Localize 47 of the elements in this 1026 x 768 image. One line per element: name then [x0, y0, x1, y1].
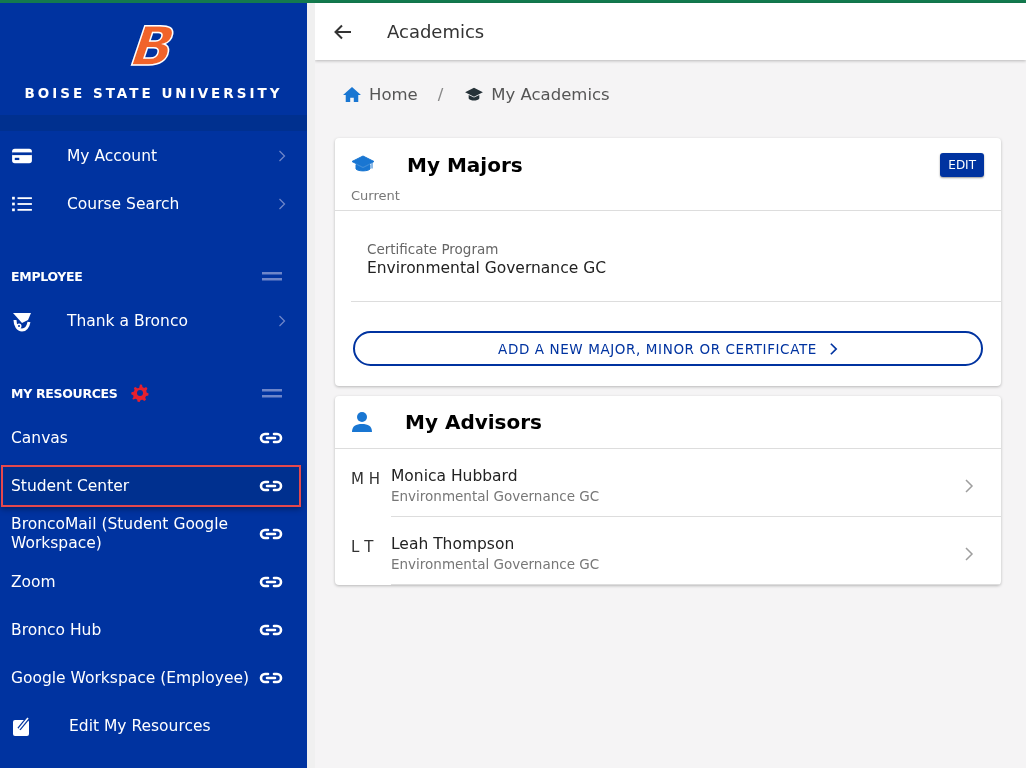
advisor-row[interactable]: M H Monica Hubbard Environmental Governance GC [335, 449, 1001, 517]
resource-link[interactable]: Google Workspace (Employee) [0, 654, 301, 702]
resource-link[interactable]: Canvas [0, 414, 301, 462]
drag-handle-icon[interactable] [262, 388, 282, 398]
resource-link[interactable]: Student Center [1, 465, 301, 507]
resource-link[interactable]: Zoom [0, 558, 301, 606]
page-title: Academics [387, 21, 485, 42]
link-icon [259, 430, 283, 446]
chevron-right-icon [964, 545, 974, 562]
link-icon [259, 622, 283, 638]
graduation-cap-icon [465, 86, 484, 102]
breadcrumb-separator: / [437, 84, 444, 104]
whistle-icon [11, 310, 33, 332]
person-icon [351, 411, 373, 433]
card-title: My Advisors [405, 410, 542, 434]
link-icon [259, 526, 283, 542]
link-icon [259, 670, 283, 686]
advisor-row[interactable]: L T Leah Thompson Environmental Governance GC [335, 517, 1001, 585]
sidebar-nav-item[interactable]: Course Search [0, 180, 307, 228]
drag-handle-icon[interactable] [262, 271, 282, 281]
breadcrumb-link[interactable]: My Academics [465, 84, 610, 104]
section-subtitle: Current [335, 180, 1001, 211]
university-name: BOISE STATE UNIVERSITY [24, 85, 283, 101]
link-icon [259, 574, 283, 590]
resource-link[interactable]: BroncoMail (Student Google Workspace) [0, 510, 301, 558]
list-icon [11, 195, 33, 213]
credit-card-icon [11, 147, 33, 165]
breadcrumb-link[interactable]: Home [343, 84, 418, 104]
section-heading: EMPLOYEE [11, 268, 83, 284]
home-icon [343, 85, 361, 103]
chevron-right-icon [964, 477, 974, 494]
card-title: My Majors [407, 153, 523, 177]
logo-letter: B [129, 21, 178, 73]
edit-resources-item[interactable]: Edit My Resources [0, 702, 307, 750]
section-heading: MY RESOURCES [11, 385, 118, 401]
program-name: Environmental Governance GC [367, 259, 607, 277]
edit-button[interactable]: EDIT [940, 153, 984, 177]
sidebar-nav-item[interactable]: My Account [0, 132, 307, 180]
chevron-right-icon [277, 148, 287, 164]
chevron-right-icon [828, 341, 838, 356]
sidebar-nav-item[interactable]: Thank a Bronco [0, 297, 307, 345]
chevron-right-icon [277, 196, 287, 212]
add-program-button[interactable]: ADD A NEW MAJOR, MINOR OR CERTIFICATE [353, 331, 983, 366]
link-icon [259, 478, 283, 494]
resource-link[interactable]: Bronco Hub [0, 606, 301, 654]
chevron-right-icon [277, 313, 287, 329]
program-type: Certificate Program [367, 241, 500, 257]
